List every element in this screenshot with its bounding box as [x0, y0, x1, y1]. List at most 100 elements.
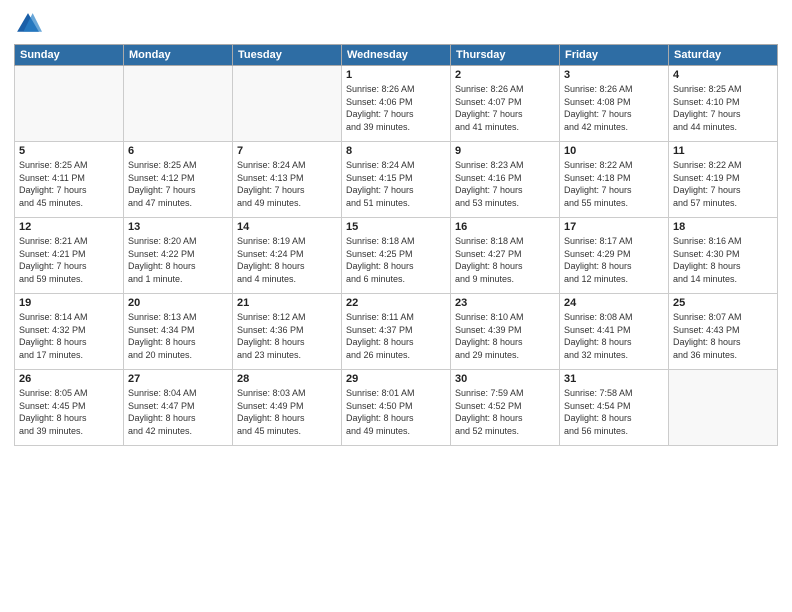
day-number: 25 — [673, 297, 773, 309]
day-number: 31 — [564, 373, 664, 385]
calendar-cell: 26 Sunrise: 8:05 AM Sunset: 4:45 PM Dayli… — [15, 370, 124, 446]
calendar-cell — [124, 66, 233, 142]
day-number: 11 — [673, 145, 773, 157]
day-info: Sunrise: 8:05 AM Sunset: 4:45 PM Dayligh… — [19, 387, 119, 437]
calendar-cell: 14 Sunrise: 8:19 AM Sunset: 4:24 PM Dayli… — [233, 218, 342, 294]
day-number: 2 — [455, 69, 555, 81]
calendar-week-row: 12Sunrise: 8:21 AM Sunset: 4:21 PM Dayli… — [15, 218, 778, 294]
day-number: 16 — [455, 221, 555, 233]
day-info: Sunrise: 8:24 AM Sunset: 4:13 PM Dayligh… — [237, 159, 337, 209]
day-number: 4 — [673, 69, 773, 81]
day-number: 3 — [564, 69, 664, 81]
day-info: Sunrise: 8:19 AM Sunset: 4:24 PM Dayligh… — [237, 235, 337, 285]
day-info: Sunrise: 8:20 AM Sunset: 4:22 PM Dayligh… — [128, 235, 228, 285]
calendar-cell: 22 Sunrise: 8:11 AM Sunset: 4:37 PM Dayli… — [342, 294, 451, 370]
calendar-cell: 7 Sunrise: 8:24 AM Sunset: 4:13 PM Daylig… — [233, 142, 342, 218]
day-header: Sunday — [15, 45, 124, 66]
day-number: 17 — [564, 221, 664, 233]
day-info: Sunrise: 8:08 AM Sunset: 4:41 PM Dayligh… — [564, 311, 664, 361]
calendar-cell: 15 Sunrise: 8:18 AM Sunset: 4:25 PM Dayli… — [342, 218, 451, 294]
day-number: 23 — [455, 297, 555, 309]
calendar-cell: 25 Sunrise: 8:07 AM Sunset: 4:43 PM Dayli… — [669, 294, 778, 370]
calendar-cell: 31 Sunrise: 7:58 AM Sunset: 4:54 PM Dayli… — [560, 370, 669, 446]
day-number: 21 — [237, 297, 337, 309]
day-number: 1 — [346, 69, 446, 81]
day-number: 27 — [128, 373, 228, 385]
calendar-cell: 24 Sunrise: 8:08 AM Sunset: 4:41 PM Dayli… — [560, 294, 669, 370]
day-number: 5 — [19, 145, 119, 157]
calendar-week-row: 1 Sunrise: 8:26 AM Sunset: 4:06 PM Daylig… — [15, 66, 778, 142]
page: SundayMondayTuesdayWednesdayThursdayFrid… — [0, 0, 792, 612]
calendar-cell: 18 Sunrise: 8:16 AM Sunset: 4:30 PM Dayli… — [669, 218, 778, 294]
day-info: Sunrise: 8:13 AM Sunset: 4:34 PM Dayligh… — [128, 311, 228, 361]
calendar-week-row: 5Sunrise: 8:25 AM Sunset: 4:11 PM Daylig… — [15, 142, 778, 218]
calendar-cell: 2 Sunrise: 8:26 AM Sunset: 4:07 PM Daylig… — [451, 66, 560, 142]
day-number: 18 — [673, 221, 773, 233]
header — [14, 10, 778, 38]
day-number: 9 — [455, 145, 555, 157]
calendar-cell: 27Sunrise: 8:04 AM Sunset: 4:47 PM Dayli… — [124, 370, 233, 446]
day-header: Tuesday — [233, 45, 342, 66]
day-info: Sunrise: 8:18 AM Sunset: 4:27 PM Dayligh… — [455, 235, 555, 285]
logo — [14, 10, 46, 38]
day-info: Sunrise: 8:23 AM Sunset: 4:16 PM Dayligh… — [455, 159, 555, 209]
calendar-header-row: SundayMondayTuesdayWednesdayThursdayFrid… — [15, 45, 778, 66]
calendar-cell — [233, 66, 342, 142]
calendar-cell: 28 Sunrise: 8:03 AM Sunset: 4:49 PM Dayli… — [233, 370, 342, 446]
day-number: 7 — [237, 145, 337, 157]
calendar-cell: 13 Sunrise: 8:20 AM Sunset: 4:22 PM Dayli… — [124, 218, 233, 294]
day-number: 26 — [19, 373, 119, 385]
day-number: 10 — [564, 145, 664, 157]
day-info: Sunrise: 8:17 AM Sunset: 4:29 PM Dayligh… — [564, 235, 664, 285]
calendar-week-row: 26 Sunrise: 8:05 AM Sunset: 4:45 PM Dayli… — [15, 370, 778, 446]
calendar-cell: 6Sunrise: 8:25 AM Sunset: 4:12 PM Daylig… — [124, 142, 233, 218]
calendar-cell: 4Sunrise: 8:25 AM Sunset: 4:10 PM Daylig… — [669, 66, 778, 142]
calendar-cell: 12Sunrise: 8:21 AM Sunset: 4:21 PM Dayli… — [15, 218, 124, 294]
day-info: Sunrise: 8:01 AM Sunset: 4:50 PM Dayligh… — [346, 387, 446, 437]
logo-icon — [14, 10, 42, 38]
day-info: Sunrise: 8:26 AM Sunset: 4:07 PM Dayligh… — [455, 83, 555, 133]
day-info: Sunrise: 8:14 AM Sunset: 4:32 PM Dayligh… — [19, 311, 119, 361]
day-header: Thursday — [451, 45, 560, 66]
calendar-cell: 3 Sunrise: 8:26 AM Sunset: 4:08 PM Daylig… — [560, 66, 669, 142]
day-number: 24 — [564, 297, 664, 309]
day-info: Sunrise: 8:26 AM Sunset: 4:06 PM Dayligh… — [346, 83, 446, 133]
day-header: Friday — [560, 45, 669, 66]
day-number: 8 — [346, 145, 446, 157]
calendar-cell: 9 Sunrise: 8:23 AM Sunset: 4:16 PM Daylig… — [451, 142, 560, 218]
day-info: Sunrise: 8:26 AM Sunset: 4:08 PM Dayligh… — [564, 83, 664, 133]
day-info: Sunrise: 7:59 AM Sunset: 4:52 PM Dayligh… — [455, 387, 555, 437]
day-header: Saturday — [669, 45, 778, 66]
day-info: Sunrise: 8:12 AM Sunset: 4:36 PM Dayligh… — [237, 311, 337, 361]
day-info: Sunrise: 8:03 AM Sunset: 4:49 PM Dayligh… — [237, 387, 337, 437]
day-info: Sunrise: 8:10 AM Sunset: 4:39 PM Dayligh… — [455, 311, 555, 361]
day-info: Sunrise: 8:16 AM Sunset: 4:30 PM Dayligh… — [673, 235, 773, 285]
calendar-cell: 29 Sunrise: 8:01 AM Sunset: 4:50 PM Dayli… — [342, 370, 451, 446]
day-info: Sunrise: 8:22 AM Sunset: 4:18 PM Dayligh… — [564, 159, 664, 209]
day-number: 28 — [237, 373, 337, 385]
day-info: Sunrise: 8:22 AM Sunset: 4:19 PM Dayligh… — [673, 159, 773, 209]
day-number: 29 — [346, 373, 446, 385]
day-header: Wednesday — [342, 45, 451, 66]
day-number: 19 — [19, 297, 119, 309]
day-number: 15 — [346, 221, 446, 233]
day-info: Sunrise: 8:07 AM Sunset: 4:43 PM Dayligh… — [673, 311, 773, 361]
calendar: SundayMondayTuesdayWednesdayThursdayFrid… — [14, 44, 778, 446]
day-number: 22 — [346, 297, 446, 309]
day-info: Sunrise: 7:58 AM Sunset: 4:54 PM Dayligh… — [564, 387, 664, 437]
day-info: Sunrise: 8:18 AM Sunset: 4:25 PM Dayligh… — [346, 235, 446, 285]
calendar-cell: 19 Sunrise: 8:14 AM Sunset: 4:32 PM Dayli… — [15, 294, 124, 370]
calendar-cell: 20Sunrise: 8:13 AM Sunset: 4:34 PM Dayli… — [124, 294, 233, 370]
day-number: 13 — [128, 221, 228, 233]
calendar-cell: 11 Sunrise: 8:22 AM Sunset: 4:19 PM Dayli… — [669, 142, 778, 218]
calendar-cell: 23 Sunrise: 8:10 AM Sunset: 4:39 PM Dayli… — [451, 294, 560, 370]
day-header: Monday — [124, 45, 233, 66]
day-number: 30 — [455, 373, 555, 385]
calendar-cell: 21 Sunrise: 8:12 AM Sunset: 4:36 PM Dayli… — [233, 294, 342, 370]
day-info: Sunrise: 8:25 AM Sunset: 4:12 PM Dayligh… — [128, 159, 228, 209]
day-number: 14 — [237, 221, 337, 233]
calendar-cell: 1 Sunrise: 8:26 AM Sunset: 4:06 PM Daylig… — [342, 66, 451, 142]
calendar-cell: 10 Sunrise: 8:22 AM Sunset: 4:18 PM Dayli… — [560, 142, 669, 218]
calendar-cell — [15, 66, 124, 142]
day-info: Sunrise: 8:11 AM Sunset: 4:37 PM Dayligh… — [346, 311, 446, 361]
